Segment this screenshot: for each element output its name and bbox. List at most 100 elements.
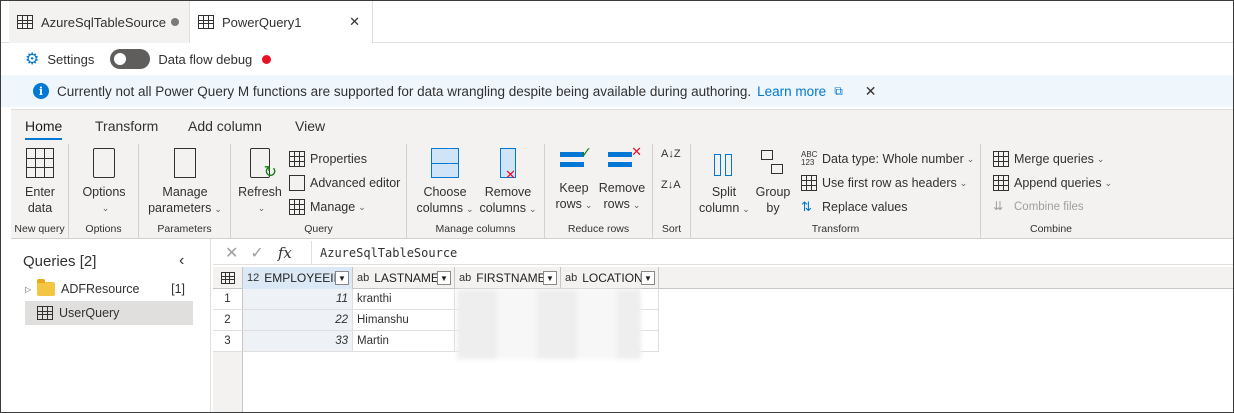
tab-azure-sql-table-source[interactable]: AzureSqlTableSource — [9, 1, 189, 43]
options-button[interactable]: Options ⌄ — [77, 148, 131, 216]
group-by-button[interactable]: Group by — [753, 148, 793, 216]
text-type-icon[interactable]: ab — [357, 272, 369, 284]
button-label: by — [766, 201, 780, 215]
properties-button[interactable]: Properties — [289, 148, 367, 170]
button-label: column ⌄ — [699, 200, 750, 217]
external-link-icon[interactable]: ⧉ — [834, 84, 843, 99]
tab-power-query-1[interactable]: PowerQuery1 ✕ — [189, 1, 373, 43]
close-tab-icon[interactable]: ✕ — [349, 14, 360, 30]
collapse-pane-icon[interactable]: ‹ — [179, 252, 184, 270]
cell-lastname[interactable]: Martin — [353, 331, 455, 352]
group-label: Transform — [811, 223, 860, 235]
text-type-icon[interactable]: ab — [459, 272, 471, 284]
ribbon-tab-home[interactable]: Home — [25, 118, 63, 140]
settings-button[interactable]: Settings — [47, 52, 94, 67]
cell-lastname[interactable]: Himanshu — [353, 310, 455, 331]
column-header-location[interactable]: ab LOCATION ▼ — [561, 267, 659, 289]
data-flow-debug-toggle[interactable] — [110, 49, 151, 69]
button-label: Group — [755, 185, 791, 199]
manage-icon — [289, 199, 305, 215]
group-options: Options ⌄ Options — [69, 144, 139, 238]
advanced-editor-button[interactable]: Advanced editor — [289, 172, 400, 194]
query-item-adfresource[interactable]: ▷ ADFResource [1] — [25, 277, 193, 301]
close-banner-icon[interactable]: ✕ — [865, 83, 877, 100]
remove-rows-button[interactable]: ✕ Remove rows ⌄ — [597, 144, 647, 213]
formula-bar: ✕ ✓ fx AzureSqlTableSource — [213, 241, 1233, 265]
use-first-row-as-headers-button[interactable]: Use first row as headers ⌄ — [801, 172, 967, 194]
column-filter-dropdown[interactable]: ▼ — [641, 271, 655, 285]
group-manage-columns: Choose columns ⌄ ✕ Remove columns ⌄ Manage… — [407, 144, 545, 238]
info-message: Currently not all Power Query M function… — [57, 83, 752, 99]
replace-values-button[interactable]: ⇅ Replace values — [801, 196, 907, 218]
ribbon: Home Transform Add column View Enter dat… — [11, 109, 1233, 239]
remove-columns-button[interactable]: ✕ Remove columns ⌄ — [477, 148, 539, 217]
row-number[interactable]: 1 — [213, 289, 243, 310]
split-column-button[interactable]: Split column ⌄ — [699, 148, 750, 217]
button-label: Enter — [25, 185, 55, 199]
group-label: Options — [85, 223, 122, 235]
column-name: LOCATION — [582, 271, 643, 285]
sort-ascending-button[interactable]: A↓Z — [661, 148, 681, 168]
table-icon — [220, 272, 235, 284]
ribbon-tab-add-column[interactable]: Add column — [188, 118, 262, 134]
cell-employeeid[interactable]: 33 — [243, 331, 353, 352]
refresh-icon: ↻ — [250, 148, 277, 181]
tab-label: AzureSqlTableSource — [41, 14, 167, 30]
column-header-lastname[interactable]: ab LASTNAME ▼ — [353, 267, 455, 289]
cell-employeeid[interactable]: 11 — [243, 289, 353, 310]
sort-descending-button[interactable]: Z↓A — [661, 174, 681, 196]
chevron-down-icon: ⌄ — [1096, 153, 1105, 164]
group-label: Combine — [1029, 223, 1073, 235]
cell-employeeid[interactable]: 22 — [243, 310, 353, 331]
table-icon — [17, 15, 33, 29]
ribbon-tabs: Home Transform Add column View — [11, 110, 1233, 144]
column-filter-dropdown[interactable]: ▼ — [335, 271, 349, 285]
data-type-dropdown[interactable]: ABC 123 Data type: Whole number ⌄ — [801, 148, 974, 170]
manage-button[interactable]: Manage ⌄ — [289, 196, 366, 218]
enter-data-icon — [26, 148, 54, 178]
row-number[interactable]: 2 — [213, 310, 243, 331]
cancel-formula-icon[interactable]: ✕ — [225, 243, 238, 263]
button-label-line: rows — [555, 197, 582, 211]
info-banner: i Currently not all Power Query M functi… — [1, 75, 1233, 107]
query-item-userquery[interactable]: UserQuery — [25, 301, 193, 325]
expand-arrow-icon[interactable]: ▷ — [25, 285, 37, 294]
confirm-formula-icon[interactable]: ✓ — [250, 243, 263, 263]
split-column-icon — [710, 148, 738, 178]
learn-more-link[interactable]: Learn more — [757, 84, 826, 99]
column-filter-dropdown[interactable]: ▼ — [543, 271, 557, 285]
queries-title: Queries [2] — [23, 253, 97, 270]
parameters-icon — [174, 148, 196, 178]
manage-parameters-button[interactable]: Manage parameters ⌄ — [145, 148, 225, 217]
group-label: Parameters — [157, 223, 212, 235]
options-icon — [93, 148, 115, 178]
button-label: Keep — [559, 181, 589, 195]
enter-data-button[interactable]: Enter data — [17, 148, 63, 216]
button-label: rows ⌄ — [597, 196, 647, 213]
gear-icon[interactable]: ⚙ — [25, 49, 39, 69]
ribbon-tab-transform[interactable]: Transform — [95, 118, 158, 134]
button-label-line: column — [699, 201, 740, 215]
app-window: AzureSqlTableSource PowerQuery1 ✕ ⚙ Sett… — [0, 0, 1234, 413]
formula-input[interactable]: AzureSqlTableSource — [311, 241, 1233, 265]
button-label: Use first row as headers — [822, 176, 957, 190]
chevron-down-icon: ⌄ — [358, 201, 366, 212]
append-queries-button[interactable]: Append queries ⌄ — [993, 172, 1112, 194]
merge-queries-button[interactable]: Merge queries ⌄ — [993, 148, 1104, 170]
button-label-line: columns — [479, 201, 526, 215]
combine-files-button[interactable]: ⇊ Combine files — [993, 196, 1084, 218]
keep-rows-button[interactable]: ✓ Keep rows ⌄ — [551, 144, 597, 213]
number-type-icon[interactable]: 12 — [247, 272, 259, 284]
merge-queries-icon — [993, 151, 1009, 167]
refresh-button[interactable]: ↻ Refresh ⌄ — [237, 148, 283, 216]
choose-columns-button[interactable]: Choose columns ⌄ — [415, 148, 475, 217]
ribbon-tab-view[interactable]: View — [295, 118, 325, 134]
column-filter-dropdown[interactable]: ▼ — [437, 271, 451, 285]
text-type-icon[interactable]: ab — [565, 272, 577, 284]
row-number[interactable]: 3 — [213, 331, 243, 352]
button-label: Replace values — [822, 200, 908, 214]
column-header-employeeid[interactable]: 12 EMPLOYEEID ▼ — [243, 267, 353, 289]
cell-lastname[interactable]: kranthi — [353, 289, 455, 310]
select-all-cell[interactable] — [213, 267, 243, 289]
column-header-firstname[interactable]: ab FIRSTNAME ▼ — [455, 267, 561, 289]
